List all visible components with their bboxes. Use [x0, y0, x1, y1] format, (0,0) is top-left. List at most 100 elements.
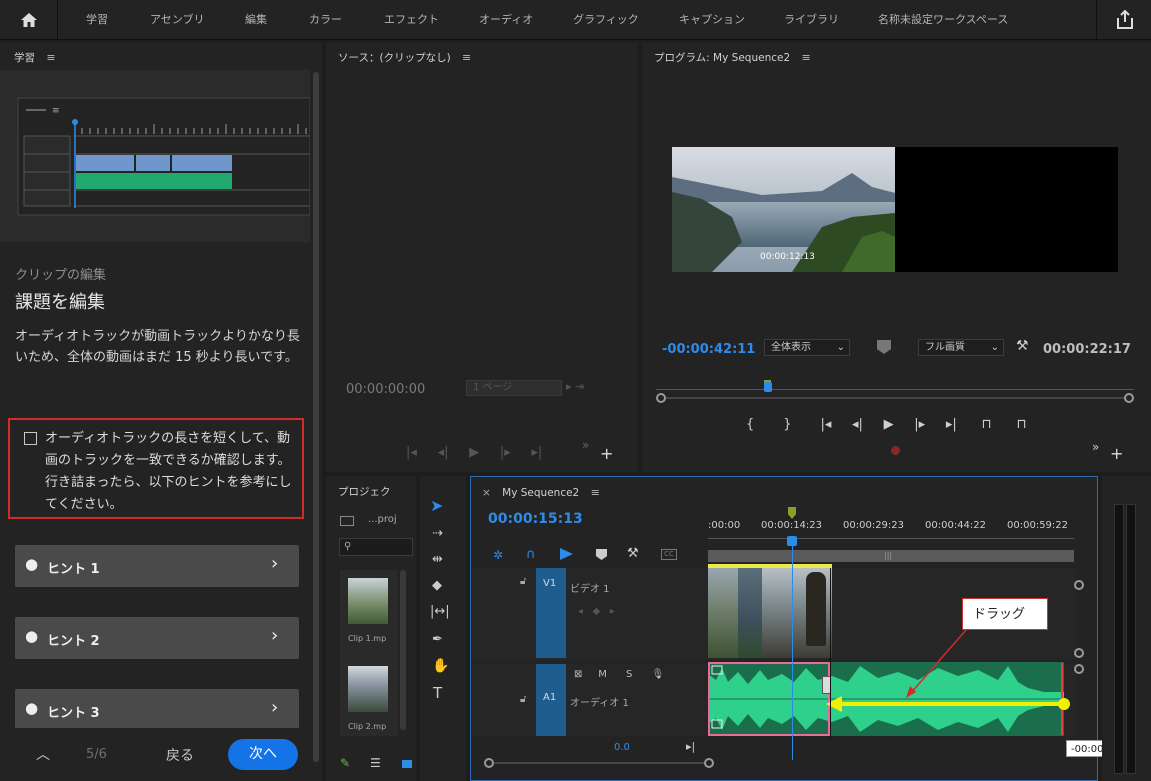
lock-icon[interactable]: 🔓︎ [520, 576, 526, 587]
share-icon[interactable] [1112, 8, 1138, 32]
timeline-playhead-handle[interactable] [787, 536, 797, 546]
timeline-timecode[interactable]: 00:00:15:13 [488, 511, 583, 527]
audio-scroll-handle-top[interactable] [1074, 664, 1084, 674]
back-button[interactable]: 戻る [166, 745, 194, 765]
next-button[interactable]: 次へ [228, 739, 298, 770]
slip-tool-icon[interactable]: |↔| [430, 604, 450, 619]
learn-scrollbar[interactable] [313, 72, 319, 762]
mark-in-icon[interactable]: { [746, 417, 754, 432]
horizontal-scroll-handle-left[interactable] [484, 758, 494, 768]
zoom-select[interactable]: 全体表示 ⌄ [764, 339, 850, 356]
vertical-scroll-handle-top[interactable] [1074, 580, 1084, 590]
workspace-tab-captions[interactable]: キャプション [679, 0, 745, 40]
wrench-icon[interactable]: ⚒ [1016, 338, 1029, 354]
workspace-tab-audio[interactable]: オーディオ [479, 0, 533, 40]
step-back-icon[interactable]: ◂| [438, 445, 449, 460]
play-icon[interactable]: ▶ [469, 445, 479, 460]
list-view-icon[interactable]: ☰ [370, 756, 381, 770]
lift-icon[interactable]: ⊓ [982, 417, 992, 432]
step-back-icon[interactable]: ◂| [852, 417, 863, 432]
hint-2-button[interactable]: ● ヒント 2 › [15, 617, 299, 659]
timeline-tab[interactable]: × My Sequence2 ≡ [482, 486, 600, 499]
track-select-tool-icon[interactable]: ⇢ [432, 526, 443, 541]
source-export-icon[interactable]: ▸ ⇥ [566, 380, 584, 393]
workspace-tab-libraries[interactable]: ライブラリ [784, 0, 839, 40]
track-volume-value[interactable]: 0.0 [614, 742, 630, 753]
add-button-icon[interactable]: + [1110, 444, 1123, 463]
chevron-up-icon[interactable]: ︿ [36, 744, 50, 764]
horizontal-scrollbar[interactable] [494, 762, 706, 764]
timeline-ruler[interactable] [708, 538, 1074, 544]
hint-3-button[interactable]: ● ヒント 3 › [15, 689, 299, 731]
v1-target[interactable]: V1 [536, 568, 566, 658]
go-to-out-icon[interactable]: ▸| [531, 445, 542, 460]
task-checkbox[interactable] [24, 432, 37, 445]
mute-sync-icon[interactable]: ⊠ [574, 669, 582, 680]
overflow-icon[interactable]: » [582, 438, 589, 452]
video-clip-1[interactable] [708, 568, 738, 658]
workspace-tab-editing[interactable]: 編集 [245, 0, 267, 40]
selection-tool-icon[interactable]: ➤ [430, 496, 443, 515]
hand-tool-icon[interactable]: ✋ [432, 658, 449, 674]
keyframe-nav[interactable]: ◂ ◆ ▸ [578, 606, 615, 617]
panel-menu-icon[interactable]: ≡ [46, 51, 55, 64]
extract-icon[interactable]: ⊓ [1017, 417, 1027, 432]
type-tool-icon[interactable]: T [433, 684, 442, 702]
program-playhead-timecode[interactable]: -00:00:42:11 [662, 342, 755, 357]
workspace-tab-color[interactable]: カラー [309, 0, 342, 40]
go-to-in-icon[interactable]: |◂ [406, 445, 417, 460]
clip-2-thumbnail[interactable] [348, 666, 388, 712]
workspace-tab-untitled[interactable]: 名称未設定ワークスペース [878, 0, 1008, 40]
close-icon[interactable]: × [482, 487, 491, 499]
workspace-tab-graphics[interactable]: グラフィック [573, 0, 639, 40]
playhead-handle[interactable] [764, 382, 772, 392]
microphone-icon[interactable]: 🎙︎ [651, 669, 664, 680]
learn-footer: ︿ 5/6 戻る 次へ [0, 728, 310, 781]
pen-tool-icon[interactable]: ✒ [432, 632, 443, 647]
hint-1-button[interactable]: ● ヒント 1 › [15, 545, 299, 587]
mark-out-icon[interactable]: } [783, 417, 791, 432]
overflow-icon[interactable]: » [1092, 440, 1099, 454]
zoom-handle-left[interactable] [656, 393, 666, 403]
zoom-scrollbar[interactable] [658, 397, 1132, 399]
home-button[interactable] [0, 0, 58, 40]
nest-icon[interactable]: ✲ [493, 548, 503, 562]
razor-tool-icon[interactable]: ◆ [432, 578, 442, 593]
workspace-tab-assembly[interactable]: アセンブリ [150, 0, 204, 40]
panel-menu-icon[interactable]: ≡ [462, 51, 471, 64]
mute-button[interactable]: M [598, 669, 607, 680]
pencil-icon[interactable]: ✎ [340, 756, 350, 770]
panel-menu-icon[interactable]: ≡ [802, 51, 811, 64]
workspace-tab-learning[interactable]: 学習 [86, 0, 108, 40]
snap-icon[interactable]: ∩ [526, 547, 536, 562]
go-to-in-icon[interactable]: |◂ [820, 417, 831, 432]
go-to-out-icon[interactable]: ▸| [946, 417, 957, 432]
ripple-edit-tool-icon[interactable]: ⇹ [432, 552, 443, 567]
timeline-playhead-line[interactable] [792, 546, 793, 760]
vertical-scroll-handle-bottom[interactable] [1074, 648, 1084, 658]
project-scrollbar[interactable] [400, 570, 406, 730]
lock-icon[interactable]: 🔓︎ [520, 694, 526, 705]
program-ruler[interactable] [656, 380, 1134, 408]
solo-button[interactable]: S [626, 669, 632, 680]
a1-target[interactable]: A1 [536, 664, 566, 736]
horizontal-scroll-handle-right[interactable] [704, 758, 714, 768]
source-page-select[interactable]: 1 ページ [466, 380, 562, 396]
icon-view-icon[interactable] [402, 760, 412, 768]
source-timecode[interactable]: 00:00:00:00 [346, 382, 425, 397]
workspace-tab-effects[interactable]: エフェクト [384, 0, 439, 40]
step-forward-icon[interactable]: |▸ [500, 445, 511, 460]
zoom-handle-right[interactable] [1124, 393, 1134, 403]
wrench-icon[interactable]: ⚒ [627, 546, 639, 561]
clip-1-thumbnail[interactable] [348, 578, 388, 624]
timeline-end-icon[interactable]: ▸| [686, 740, 695, 753]
project-search-input[interactable]: ⚲ [339, 538, 413, 556]
play-icon[interactable]: ▶ [884, 417, 894, 432]
captions-icon[interactable]: CC [661, 549, 677, 560]
add-button-icon[interactable]: + [600, 444, 613, 463]
step-forward-icon[interactable]: |▸ [914, 417, 925, 432]
quality-select[interactable]: フル画質 ⌄ [918, 339, 1004, 356]
video-clip-2[interactable] [738, 568, 762, 658]
record-icon[interactable] [891, 446, 900, 455]
panel-menu-icon[interactable]: ≡ [591, 486, 600, 499]
